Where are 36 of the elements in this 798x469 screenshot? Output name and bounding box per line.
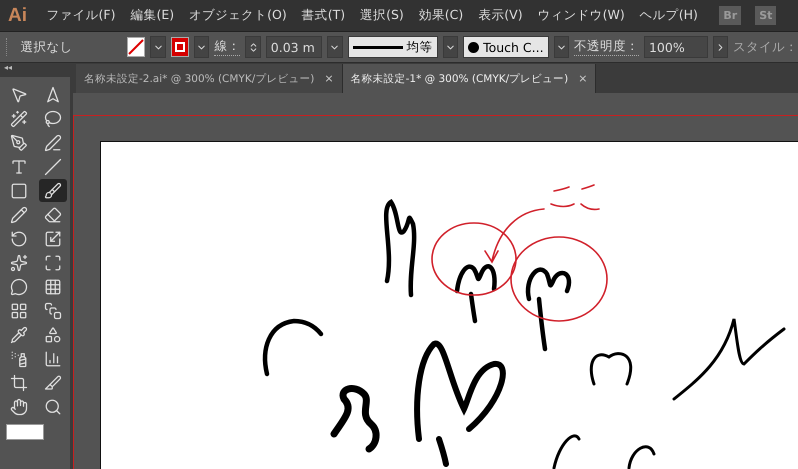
stroke-swatch[interactable] — [170, 37, 189, 57]
dropdown-button[interactable] — [150, 36, 166, 58]
fill-stroke-swatch[interactable] — [6, 424, 44, 440]
selection-status: 選択なし — [20, 38, 73, 56]
collapse-toggle[interactable]: ◂◂ — [0, 63, 70, 77]
menu-item[interactable]: ファイル(F) — [39, 7, 123, 24]
menu-item[interactable]: ヘルプ(H) — [632, 7, 706, 24]
document-tab[interactable]: 名称未設定-1* @ 300% (CMYK/プレビュー) × — [342, 64, 596, 93]
close-button[interactable]: × — [324, 72, 334, 85]
menu-item[interactable]: 編集(E) — [122, 7, 182, 24]
stroke-label[interactable]: 線： — [214, 38, 240, 56]
expand-button[interactable] — [712, 36, 728, 58]
dropdown-button[interactable] — [554, 36, 569, 58]
menu-item[interactable]: 効果(C) — [411, 7, 471, 24]
opacity-label[interactable]: 不透明度： — [574, 38, 639, 56]
dropdown-button[interactable] — [194, 36, 210, 58]
app-logo: Ai — [7, 4, 28, 26]
opacity-field[interactable]: 100% — [644, 36, 708, 58]
dropdown-button[interactable] — [327, 36, 343, 58]
menu-item[interactable]: オブジェクト(O) — [182, 7, 294, 24]
stepper-button[interactable] — [245, 36, 261, 58]
stroke-profile-field[interactable]: 均等 — [348, 36, 438, 58]
stepper-icon — [248, 42, 259, 52]
stroke-weight-field[interactable]: 0.03 m — [266, 36, 322, 58]
brush-field[interactable]: Touch C... — [463, 36, 549, 58]
menu-item[interactable]: 表示(V) — [470, 7, 530, 24]
menu-item[interactable]: ウィンドウ(W) — [530, 7, 632, 24]
menu-item[interactable]: 書式(T) — [294, 7, 353, 24]
dropdown-button[interactable] — [442, 36, 458, 58]
close-button[interactable]: × — [578, 72, 588, 85]
document-tab[interactable]: 名称未設定-2.ai* @ 300% (CMYK/プレビュー) × — [76, 64, 343, 93]
grip-handle[interactable] — [6, 38, 10, 56]
menu-item[interactable]: 選択(S) — [352, 7, 412, 24]
style-label: スタイル： — [733, 38, 798, 56]
brush-icon[interactable] — [39, 179, 67, 202]
fill-swatch[interactable] — [127, 37, 146, 57]
